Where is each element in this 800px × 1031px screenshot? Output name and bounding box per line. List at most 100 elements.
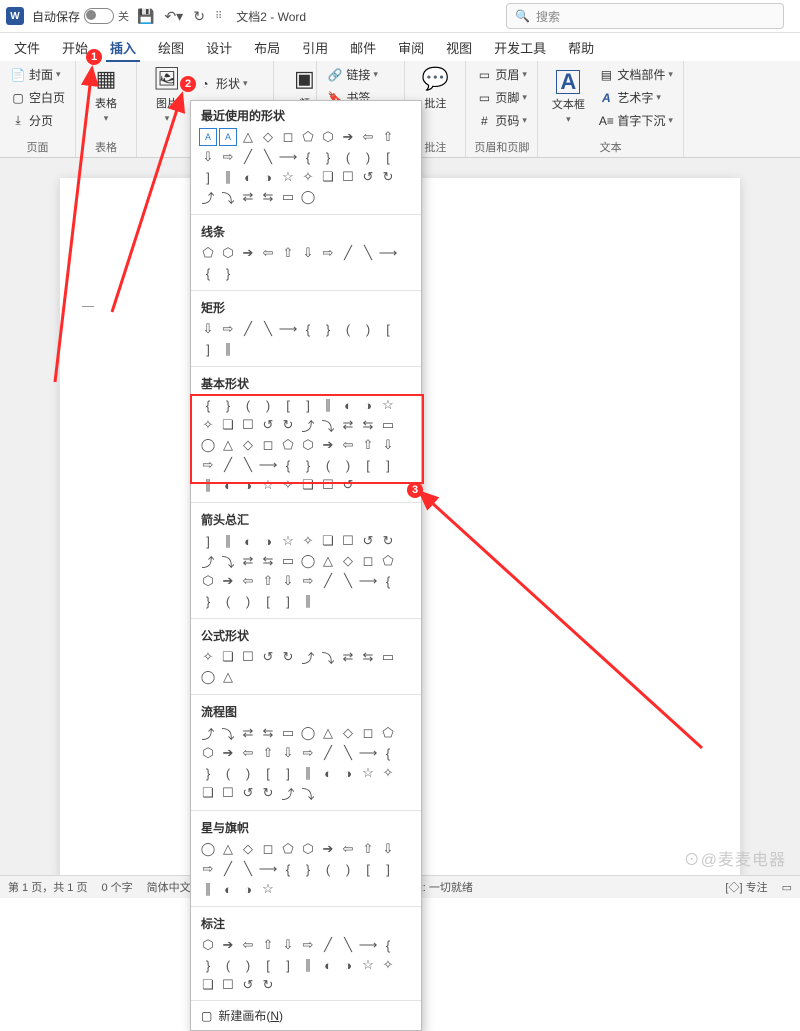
shape-item[interactable]: ╲ [339,936,357,954]
blankpage-button[interactable]: ▢空白页 [8,88,67,107]
shape-item[interactable]: ⇧ [359,840,377,858]
shape-item[interactable]: ] [279,764,297,782]
shape-item[interactable]: ☐ [219,784,237,802]
shape-item[interactable]: { [379,936,397,954]
search-input[interactable]: 🔍 搜索 [506,3,784,29]
shape-item[interactable]: ⤵ [319,648,337,666]
shape-item[interactable]: ⇧ [379,128,397,146]
shape-item[interactable]: ❏ [219,648,237,666]
shape-item[interactable]: ⟶ [259,456,277,474]
shape-item[interactable]: ◑ [339,956,357,974]
shape-item[interactable]: ( [319,456,337,474]
shape-item[interactable]: ⇨ [299,744,317,762]
shape-item[interactable]: ] [279,956,297,974]
shape-item[interactable]: ☐ [319,476,337,494]
shape-item[interactable]: ⇩ [379,436,397,454]
shape-item[interactable]: ⬠ [299,128,317,146]
shape-item[interactable]: ⟶ [279,320,297,338]
cover-button[interactable]: 📄封面 [8,65,67,84]
shape-item[interactable]: ↺ [239,784,257,802]
undo-icon[interactable]: ↶▾ [164,8,183,25]
shape-item[interactable]: ╲ [359,244,377,262]
shape-item[interactable]: ◇ [339,724,357,742]
shape-item[interactable]: △ [219,436,237,454]
shape-item[interactable]: ⬡ [199,744,217,762]
pictures-button[interactable]: 🖼图片 [145,65,189,124]
shape-item[interactable]: ➔ [319,436,337,454]
shape-item[interactable]: ⇦ [239,936,257,954]
shape-item[interactable]: ➔ [339,128,357,146]
status-words[interactable]: 0 个字 [101,879,132,895]
shape-item[interactable]: ( [219,956,237,974]
pagenum-button[interactable]: #页码 [474,111,529,130]
shape-item[interactable]: ⇧ [359,436,377,454]
shape-item[interactable]: ∥ [299,956,317,974]
shape-item[interactable]: ↺ [339,476,357,494]
shape-item[interactable]: ) [259,396,277,414]
shape-item[interactable]: [ [259,764,277,782]
shape-item[interactable]: ╲ [239,860,257,878]
shape-item[interactable]: ⤴ [299,648,317,666]
shape-item[interactable]: ◑ [259,532,277,550]
textbox-button[interactable]: A文本框 [546,70,590,125]
shape-item[interactable]: { [279,860,297,878]
shape-item[interactable]: ⇨ [199,456,217,474]
shape-item[interactable]: ⤴ [299,416,317,434]
shape-item[interactable]: ◇ [239,840,257,858]
shape-item[interactable]: ↺ [259,416,277,434]
shape-item[interactable]: ⇆ [359,416,377,434]
shape-item[interactable]: △ [319,724,337,742]
tab-开始[interactable]: 开始 [58,34,92,61]
shape-item[interactable]: ⇆ [359,648,377,666]
shape-item[interactable]: ⇄ [239,724,257,742]
shape-item[interactable]: ⟶ [359,936,377,954]
shape-item[interactable]: ( [339,320,357,338]
shape-item[interactable]: ✧ [299,168,317,186]
shape-item[interactable]: ⇨ [199,860,217,878]
shape-item[interactable]: ╱ [339,244,357,262]
table-button[interactable]: ▦表格 [84,65,128,124]
tab-设计[interactable]: 设计 [202,34,236,61]
shape-item[interactable]: ∥ [299,764,317,782]
shape-item[interactable]: } [319,148,337,166]
shape-item[interactable]: ) [359,320,377,338]
shape-item[interactable]: ◑ [359,396,377,414]
shapes-button[interactable]: ◔形状 [195,74,265,93]
shape-item[interactable]: ⇨ [299,572,317,590]
shape-item[interactable]: ↻ [279,648,297,666]
shape-item[interactable]: ✧ [379,956,397,974]
shape-item[interactable]: ▭ [279,552,297,570]
status-focus[interactable]: [◇] 专注 [725,879,767,895]
shape-item[interactable]: ╱ [239,320,257,338]
shape-item[interactable]: ▭ [379,648,397,666]
shape-item[interactable]: ⇄ [239,552,257,570]
shape-item[interactable]: ⬡ [219,244,237,262]
shape-item[interactable]: ◑ [339,764,357,782]
tab-审阅[interactable]: 审阅 [394,34,428,61]
shape-item[interactable]: ◯ [199,436,217,454]
shape-item[interactable]: { [299,320,317,338]
shape-item[interactable]: ☆ [259,880,277,898]
shape-item[interactable]: ➔ [319,840,337,858]
shape-item[interactable]: ✧ [379,764,397,782]
shape-item[interactable]: ⤵ [299,784,317,802]
shape-item[interactable]: ☐ [219,976,237,994]
shape-item[interactable]: ) [359,148,377,166]
shape-item[interactable]: ) [239,764,257,782]
parts-button[interactable]: ▤文档部件 [596,65,675,84]
shape-item[interactable]: ◯ [199,840,217,858]
shape-item[interactable]: { [199,264,217,282]
shape-item[interactable]: ⟶ [279,148,297,166]
shape-item[interactable]: ❏ [199,976,217,994]
shape-item[interactable]: ∥ [219,340,237,358]
save-icon[interactable]: 💾 [137,8,154,25]
shape-item[interactable]: ☆ [279,168,297,186]
shape-item[interactable]: ⬠ [279,840,297,858]
shape-item[interactable]: ◐ [239,532,257,550]
shape-item[interactable]: ◻ [259,840,277,858]
shape-item[interactable]: ◇ [239,436,257,454]
shape-item[interactable]: ∥ [319,396,337,414]
shape-item[interactable]: } [319,320,337,338]
shape-item[interactable]: ⬡ [199,572,217,590]
shape-item[interactable]: A [219,128,237,146]
